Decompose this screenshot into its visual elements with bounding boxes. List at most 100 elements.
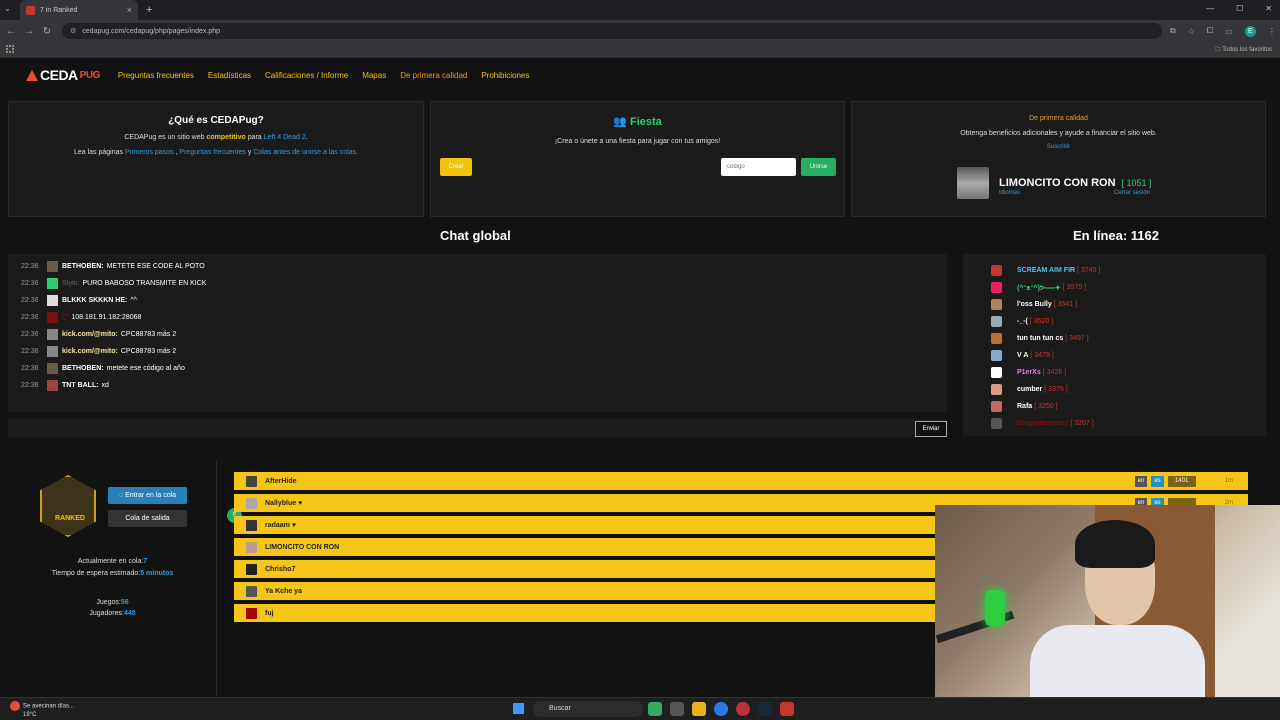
online-user-name[interactable]: SCREAM AIM FIR	[1017, 267, 1075, 274]
faq-link[interactable]: Preguntas frecuentes	[179, 149, 246, 156]
queues-link[interactable]: Colas antes de unirse a las colas.	[253, 149, 358, 156]
game-icon[interactable]	[780, 702, 794, 716]
sidebar-icon[interactable]: ▭	[1225, 27, 1233, 36]
player-name[interactable]: AfterHide	[265, 478, 297, 485]
chat-user-name[interactable]: ζ^	[62, 314, 68, 321]
player-name[interactable]: fuj	[265, 610, 274, 617]
minimize-icon[interactable]: —	[1206, 4, 1214, 13]
file-explorer-icon[interactable]	[692, 702, 706, 716]
online-user-row[interactable]: -_-([ 3520 ]	[963, 313, 1266, 330]
tab-search-icon[interactable]: ⌄	[4, 4, 11, 13]
windows-start-icon[interactable]	[513, 703, 524, 714]
online-user-name[interactable]: Rafa	[1017, 403, 1032, 410]
profile-avatar[interactable]: E	[1244, 25, 1256, 37]
online-users-list[interactable]: SCREAM AIM FIR[ 3745 ] (^ᵔᴥᵔ^)ᕗ══✦[ 3575 …	[963, 254, 1266, 436]
chat-user-avatar[interactable]	[47, 363, 58, 374]
chat-user-name[interactable]: TNT BALL:	[62, 382, 99, 389]
new-tab-icon[interactable]: +	[146, 4, 152, 16]
task-view-icon[interactable]	[670, 702, 684, 716]
url-input[interactable]: ⚙ cedapug.com/cedapug/php/pages/index.ph…	[62, 23, 1162, 39]
nav-link-bans[interactable]: Prohibiciones	[481, 71, 529, 80]
all-bookmarks-folder[interactable]: 🗀 Todos los favoritos	[1215, 45, 1272, 55]
maximize-icon[interactable]: ☐	[1236, 4, 1243, 13]
back-icon[interactable]: ←	[4, 26, 18, 37]
languages-link[interactable]: Idiomas	[999, 190, 1020, 196]
online-user-name[interactable]: V A	[1017, 352, 1028, 359]
online-user-row[interactable]: Dragontempest[ 3207 ]	[963, 415, 1266, 432]
menu-icon[interactable]: ⋮	[1268, 27, 1276, 36]
app-icon[interactable]	[736, 702, 750, 716]
chat-input[interactable]	[8, 419, 947, 437]
chat-user-avatar[interactable]	[47, 346, 58, 357]
party-code-input[interactable]	[721, 158, 796, 176]
bookmark-star-icon[interactable]: ☆	[1188, 27, 1195, 36]
widgets-icon[interactable]	[648, 702, 662, 716]
online-user-name[interactable]: l'oss Bully	[1017, 301, 1052, 308]
nav-link-stats[interactable]: Estadísticas	[208, 71, 251, 80]
online-user-name[interactable]: (^ᵔᴥᵔ^)ᕗ══✦	[1017, 284, 1061, 292]
first-steps-link[interactable]: Primeros pasos	[125, 149, 174, 156]
chat-user-name[interactable]: Stylo:	[62, 280, 80, 287]
online-user-row[interactable]: Rafa[ 3250 ]	[963, 398, 1266, 415]
online-user-name[interactable]: P1erXs	[1017, 369, 1041, 376]
online-user-row[interactable]: cumber[ 3375 ]	[963, 381, 1266, 398]
translate-icon[interactable]: ⧉	[1170, 26, 1176, 36]
user-avatar[interactable]	[957, 167, 989, 199]
close-tab-icon[interactable]: ×	[127, 5, 132, 15]
chat-user-name[interactable]: BETHOBEN:	[62, 263, 104, 270]
player-name[interactable]: Nallyblue ♥	[265, 500, 302, 507]
online-user-row[interactable]: V A[ 3479 ]	[963, 347, 1266, 364]
apps-icon[interactable]	[6, 45, 14, 53]
player-name[interactable]: Chrisho7	[265, 566, 295, 573]
leave-queue-button[interactable]: Cola de salida	[108, 510, 187, 527]
chat-user-avatar[interactable]	[47, 278, 58, 289]
subscribe-link[interactable]: Suscribir	[852, 144, 1265, 150]
left4dead2-link[interactable]: Left 4 Dead 2	[264, 134, 306, 141]
player-name[interactable]: LIMONCITO CON RON	[265, 544, 339, 551]
nav-link-maps[interactable]: Mapas	[362, 71, 386, 80]
nav-link-ratings[interactable]: Calificaciones / Informe	[265, 71, 348, 80]
chat-user-name[interactable]: BLKKK SKKKN HE:	[62, 297, 127, 304]
chat-user-avatar[interactable]	[47, 329, 58, 340]
logout-link[interactable]: Cerrar sesión	[1114, 190, 1150, 196]
nav-link-faq[interactable]: Preguntas frecuentes	[118, 71, 194, 80]
forward-icon[interactable]: →	[22, 26, 36, 37]
taskbar-search[interactable]: Buscar	[533, 701, 643, 717]
online-user-name[interactable]: Dragontempest	[1017, 420, 1068, 427]
chat-user-name[interactable]: BETHOBEN:	[62, 365, 104, 372]
browser-tab[interactable]: 7 in Ranked ×	[20, 0, 138, 20]
site-info-icon[interactable]: ⚙	[70, 27, 76, 35]
online-user-row[interactable]: tun tun tun cs[ 3497 ]	[963, 330, 1266, 347]
nav-link-premium[interactable]: De primera calidad	[400, 71, 467, 80]
online-user-row[interactable]: l'oss Bully[ 3541 ]	[963, 296, 1266, 313]
enter-queue-button[interactable]: ◌ Entrar en la cola	[108, 487, 187, 504]
chat-user-avatar[interactable]	[47, 261, 58, 272]
online-user-name[interactable]: tun tun tun cs	[1017, 335, 1063, 342]
reload-icon[interactable]: ↻	[40, 26, 54, 37]
cedapug-logo[interactable]: CEDA PUG	[26, 67, 100, 83]
online-user-row[interactable]: P1erXs[ 3426 ]	[963, 364, 1266, 381]
online-user-row[interactable]: SCREAM AIM FIR[ 3745 ]	[963, 262, 1266, 279]
send-button[interactable]: Enviar	[915, 421, 947, 437]
online-user-name[interactable]: cumber	[1017, 386, 1042, 393]
chat-user-avatar[interactable]	[47, 312, 58, 323]
join-party-button[interactable]: Unirse	[801, 158, 836, 176]
extensions-icon[interactable]: ⧠	[1207, 26, 1213, 36]
chat-user-avatar[interactable]	[47, 295, 58, 306]
weather-widget[interactable]: Se avecinan días... 19°C	[10, 701, 74, 719]
create-party-button[interactable]: Crear	[440, 158, 472, 176]
chat-user-avatar[interactable]	[47, 380, 58, 391]
queue-wait-label: Tiempo de espera estimado:	[51, 570, 141, 577]
chat-user-name[interactable]: kick.com/@mito:	[62, 331, 118, 338]
player-name[interactable]: radaam ♥	[265, 522, 296, 529]
chrome-icon[interactable]	[714, 702, 728, 716]
steam-icon[interactable]	[758, 702, 772, 716]
player-name[interactable]: Ya Kche ya	[265, 588, 302, 595]
queue-player-row[interactable]: AfterHide en es 1401 1m	[234, 472, 1248, 490]
chat-user-name[interactable]: kick.com/@mito:	[62, 348, 118, 355]
chat-messages[interactable]: 22:36 BETHOBEN: METETE ESE CODE AL POTO 22:…	[8, 254, 947, 412]
online-user-row[interactable]: (^ᵔᴥᵔ^)ᕗ══✦[ 3575 ]	[963, 279, 1266, 296]
close-window-icon[interactable]: ✕	[1265, 4, 1272, 13]
user-name[interactable]: LIMONCITO CON RON	[999, 177, 1116, 189]
online-user-name[interactable]: -_-(	[1017, 318, 1028, 325]
